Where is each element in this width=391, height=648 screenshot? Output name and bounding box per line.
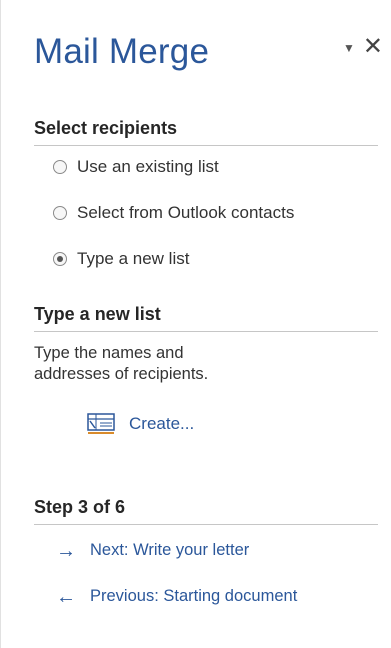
- select-recipients-heading: Select recipients: [34, 118, 378, 146]
- next-step-label: Next: Write your letter: [90, 541, 250, 559]
- description-line: Type the names and: [34, 344, 184, 362]
- pane-options-dropdown-icon[interactable]: ▼: [343, 38, 355, 58]
- radio-select-outlook-contacts[interactable]: Select from Outlook contacts: [53, 203, 294, 223]
- previous-step-label: Previous: Starting document: [90, 587, 298, 605]
- right-arrow-icon: →: [56, 539, 76, 562]
- description-line: addresses of recipients.: [34, 365, 209, 383]
- type-new-list-heading: Type a new list: [34, 304, 378, 332]
- close-pane-icon[interactable]: ✕: [363, 35, 383, 59]
- left-arrow-icon: ←: [56, 585, 76, 608]
- create-list-link[interactable]: Create...: [87, 412, 194, 436]
- radio-button-selected[interactable]: [53, 252, 67, 266]
- new-list-icon: [87, 413, 115, 434]
- type-new-list-description: Type the names and addresses of recipien…: [34, 343, 334, 385]
- previous-step-link[interactable]: ← Previous: Starting document: [56, 585, 298, 608]
- radio-button[interactable]: [53, 160, 67, 174]
- step-heading: Step 3 of 6: [34, 497, 378, 525]
- mail-merge-pane: Mail Merge ▼ ✕ Select recipients Use an …: [0, 0, 391, 648]
- pane-controls: ▼ ✕: [343, 35, 383, 59]
- create-label: Create...: [129, 414, 195, 433]
- radio-type-new-list[interactable]: Type a new list: [53, 249, 189, 269]
- next-step-link[interactable]: → Next: Write your letter: [56, 539, 250, 562]
- radio-button[interactable]: [53, 206, 67, 220]
- radio-use-existing-list[interactable]: Use an existing list: [53, 157, 219, 177]
- radio-label: Use an existing list: [77, 157, 219, 176]
- radio-label: Select from Outlook contacts: [77, 203, 295, 222]
- radio-label: Type a new list: [77, 249, 190, 268]
- pane-title: Mail Merge: [34, 32, 210, 71]
